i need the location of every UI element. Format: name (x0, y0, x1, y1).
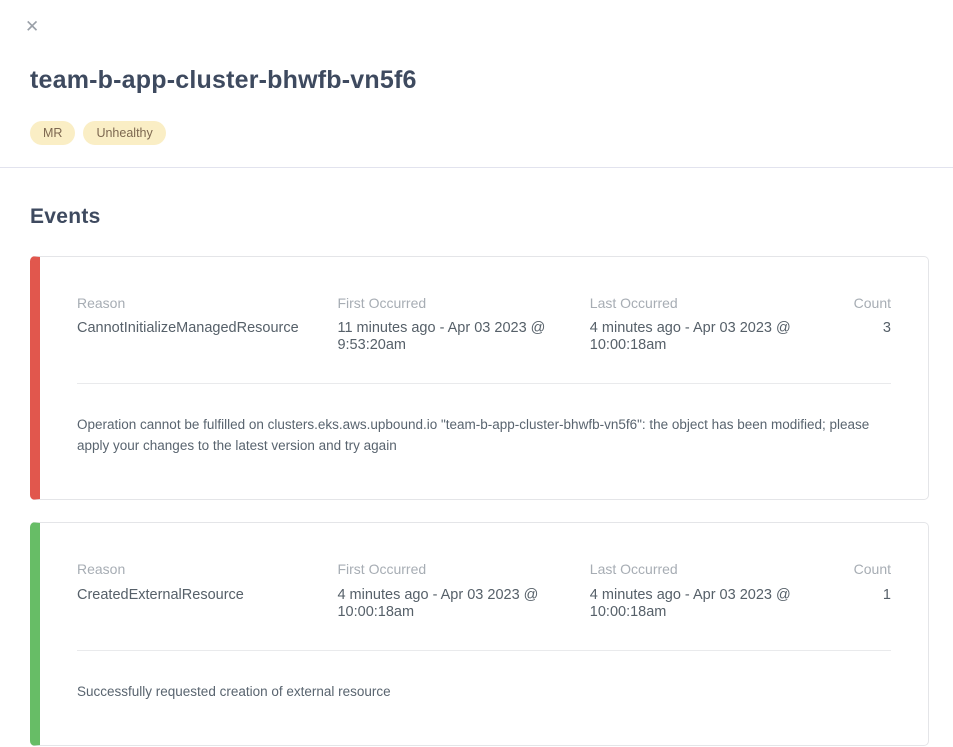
event-reason: CannotInitializeManagedResource (77, 320, 337, 354)
event-count: 1 (850, 587, 891, 621)
event-row: CannotInitializeManagedResource 11 minut… (77, 320, 891, 354)
column-header-reason: Reason (77, 562, 337, 586)
event-message: Successfully requested creation of exter… (77, 682, 891, 745)
events-heading: Events (30, 205, 929, 229)
event-first-occurred-text: 4 minutes ago - Apr 03 2023 @ 10:00:18am (337, 587, 570, 621)
column-header-count: Count (850, 562, 891, 586)
event-table-header-row: Reason First Occurred Last Occurred Coun… (77, 296, 891, 320)
header-divider (0, 167, 953, 168)
event-table: Reason First Occurred Last Occurred Coun… (77, 562, 891, 621)
event-last-occurred: 4 minutes ago - Apr 03 2023 @ 10:00:18am (590, 587, 850, 621)
event-row: CreatedExternalResource 4 minutes ago - … (77, 587, 891, 621)
panel-header: ✕ team-b-app-cluster-bhwfb-vn5f6 MR Unhe… (0, 0, 953, 145)
badge-mr: MR (30, 121, 75, 145)
page-title: team-b-app-cluster-bhwfb-vn5f6 (30, 67, 923, 93)
event-table: Reason First Occurred Last Occurred Coun… (77, 296, 891, 355)
column-header-last-occurred: Last Occurred (590, 562, 850, 586)
card-divider (77, 383, 891, 384)
event-last-occurred-text: 4 minutes ago - Apr 03 2023 @ 10:00:18am (590, 320, 823, 354)
event-reason: CreatedExternalResource (77, 587, 337, 621)
event-first-occurred: 11 minutes ago - Apr 03 2023 @ 9:53:20am (337, 320, 589, 354)
column-header-reason: Reason (77, 296, 337, 320)
column-header-first-occurred: First Occurred (337, 296, 589, 320)
card-divider (77, 650, 891, 651)
events-section: Events Reason First Occurred Last Occurr… (0, 205, 953, 746)
badges-row: MR Unhealthy (30, 121, 923, 145)
event-last-occurred: 4 minutes ago - Apr 03 2023 @ 10:00:18am (590, 320, 850, 354)
event-card-error: Reason First Occurred Last Occurred Coun… (30, 256, 929, 500)
event-table-header-row: Reason First Occurred Last Occurred Coun… (77, 562, 891, 586)
column-header-count: Count (850, 296, 891, 320)
close-icon[interactable]: ✕ (25, 18, 39, 35)
event-first-occurred-text: 11 minutes ago - Apr 03 2023 @ 9:53:20am (337, 320, 570, 354)
event-count: 3 (850, 320, 891, 354)
event-message: Operation cannot be fulfilled on cluster… (77, 415, 891, 499)
column-header-last-occurred: Last Occurred (590, 296, 850, 320)
event-first-occurred: 4 minutes ago - Apr 03 2023 @ 10:00:18am (337, 587, 589, 621)
event-last-occurred-text: 4 minutes ago - Apr 03 2023 @ 10:00:18am (590, 587, 823, 621)
badge-health-status: Unhealthy (83, 121, 165, 145)
column-header-first-occurred: First Occurred (337, 562, 589, 586)
event-card-success: Reason First Occurred Last Occurred Coun… (30, 522, 929, 746)
